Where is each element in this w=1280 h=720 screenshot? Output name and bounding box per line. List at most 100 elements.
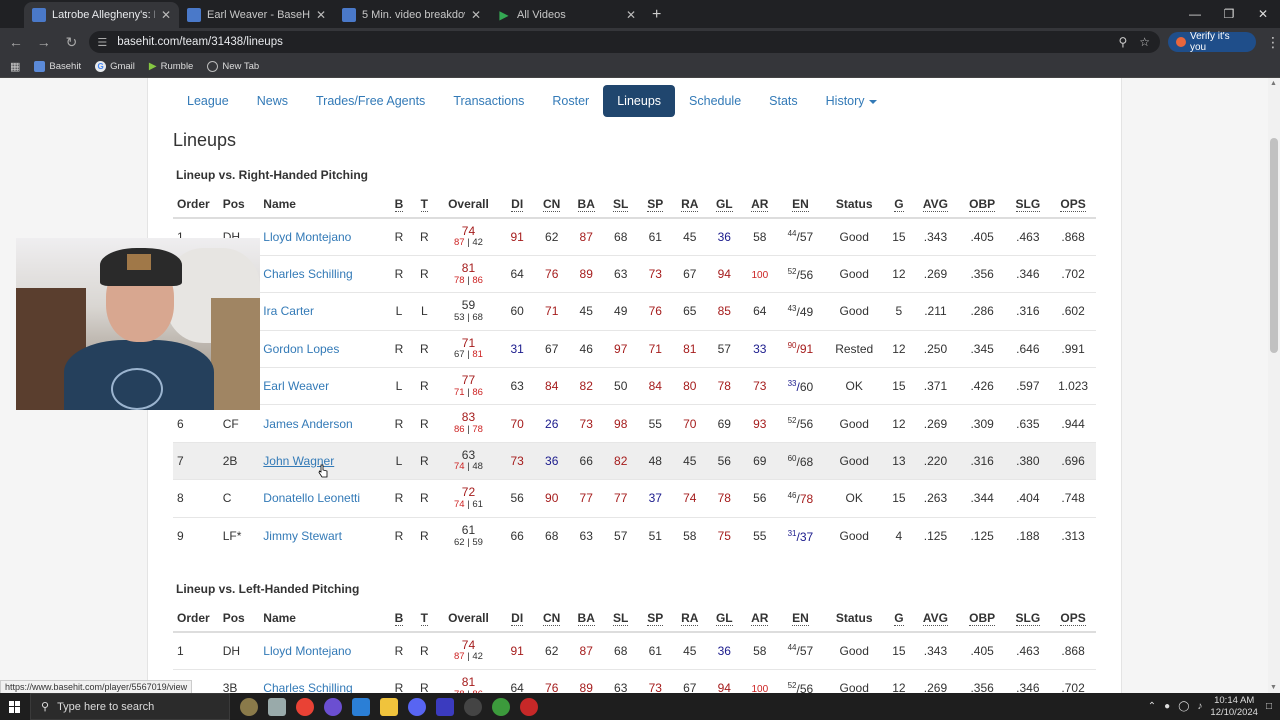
name-cell: Charles Schilling bbox=[259, 254, 387, 293]
bookmark-basehit[interactable]: Basehit bbox=[34, 61, 81, 72]
chrome-icon[interactable] bbox=[296, 697, 314, 716]
new-tab-button[interactable]: + bbox=[652, 2, 661, 28]
network-icon[interactable]: ◯ bbox=[1178, 701, 1189, 712]
nav-stats[interactable]: Stats bbox=[755, 85, 812, 117]
calculator-icon[interactable] bbox=[436, 697, 454, 716]
player-link[interactable]: Charles Schilling bbox=[263, 267, 352, 281]
slg-cell: .346 bbox=[1005, 254, 1051, 293]
microphone-icon[interactable]: ● bbox=[1164, 701, 1170, 712]
ba-cell: 77 bbox=[568, 479, 604, 518]
nav-trades-free-agents[interactable]: Trades/Free Agents bbox=[302, 85, 439, 117]
basehit-favicon bbox=[34, 61, 46, 72]
bookmark-gmail[interactable]: G Gmail bbox=[95, 61, 135, 72]
reload-icon[interactable]: ↻ bbox=[60, 34, 84, 51]
address-bar[interactable]: ☰ basehit.com/team/31438/lineups ⚲ ☆ bbox=[89, 31, 1161, 53]
cn-cell: 67 bbox=[534, 329, 569, 368]
column-header-name: Name bbox=[259, 190, 387, 219]
player-link[interactable]: Earl Weaver bbox=[263, 379, 329, 393]
browser-tab-bar: Latrobe Allegheny's: Lineups - B✕Earl We… bbox=[0, 0, 1280, 28]
bookmark-rumble[interactable]: ▶ Rumble bbox=[149, 61, 193, 72]
close-tab-icon[interactable]: ✕ bbox=[626, 8, 636, 22]
throws-cell: R bbox=[411, 367, 437, 405]
pos-cell: CF bbox=[218, 404, 260, 443]
minimize-icon[interactable]: — bbox=[1178, 0, 1212, 28]
order-value: 7 bbox=[177, 454, 184, 469]
browser-tab-4[interactable]: ▶ All Videos ✕ bbox=[489, 2, 644, 28]
nav-roster[interactable]: Roster bbox=[538, 85, 603, 117]
table-row: 9 LF* Jimmy Stewart R R 61 62 | 59 66 68 63 57 51 58… bbox=[173, 516, 1096, 555]
tray-chevron-icon[interactable]: ⌃ bbox=[1148, 701, 1156, 712]
app-icon-2[interactable] bbox=[268, 697, 286, 716]
volume-icon[interactable]: ♪ bbox=[1197, 701, 1202, 712]
ops-value: .868 bbox=[1061, 229, 1085, 244]
taskbar-search[interactable]: ⚲ Type here to search bbox=[30, 693, 230, 720]
throws-cell: L bbox=[411, 292, 437, 331]
g-value: 12 bbox=[892, 341, 906, 356]
restore-icon[interactable]: ❐ bbox=[1212, 0, 1246, 28]
en-max: 78 bbox=[799, 491, 814, 506]
nav-transactions[interactable]: Transactions bbox=[439, 85, 538, 117]
zoom-icon[interactable]: ⚲ bbox=[1118, 35, 1127, 49]
notifications-icon[interactable]: □ bbox=[1266, 701, 1272, 712]
name-cell: Lloyd Montejano bbox=[259, 631, 387, 670]
ops-value: .313 bbox=[1061, 529, 1085, 544]
browser-menu-icon[interactable]: ⋮ bbox=[1266, 34, 1280, 51]
browser-tab-1[interactable]: Latrobe Allegheny's: Lineups - B ✕ bbox=[24, 2, 179, 28]
nav-lineups[interactable]: Lineups bbox=[603, 85, 676, 117]
sl-cell: 63 bbox=[603, 668, 638, 693]
overall-cell: 63 74 | 48 bbox=[436, 441, 500, 480]
app-icon-9[interactable] bbox=[464, 697, 482, 716]
g-cell: 12 bbox=[885, 254, 913, 293]
browser-tab-3[interactable]: 5 Min. video breakdown of Spr ✕ bbox=[334, 2, 489, 28]
column-header-b: B bbox=[386, 604, 412, 633]
back-icon[interactable]: ← bbox=[4, 34, 28, 50]
player-link[interactable]: Gordon Lopes bbox=[263, 342, 339, 356]
status-value: Good bbox=[839, 529, 869, 544]
close-tab-icon[interactable]: ✕ bbox=[316, 8, 326, 22]
player-link[interactable]: Jimmy Stewart bbox=[263, 529, 342, 543]
bookmark-star-icon[interactable]: ☆ bbox=[1139, 35, 1150, 49]
copilot-icon[interactable] bbox=[324, 697, 342, 716]
player-link[interactable]: Lloyd Montejano bbox=[263, 230, 351, 244]
app-icon-10[interactable] bbox=[492, 697, 510, 716]
column-header-pos: Pos bbox=[218, 604, 260, 633]
site-info-icon[interactable]: ☰ bbox=[97, 36, 107, 49]
status-cell: Good bbox=[822, 292, 886, 331]
nav-news[interactable]: News bbox=[243, 85, 302, 117]
forward-icon[interactable]: → bbox=[32, 34, 56, 50]
player-link[interactable]: Lloyd Montejano bbox=[263, 644, 351, 658]
scroll-up-icon[interactable]: ▲ bbox=[1270, 80, 1277, 87]
di-cell: 70 bbox=[499, 404, 535, 443]
slg-cell: .463 bbox=[1005, 631, 1051, 670]
discord-icon[interactable] bbox=[408, 697, 426, 716]
browser-tab-2[interactable]: Earl Weaver - BaseHit, a free sir ✕ bbox=[179, 2, 334, 28]
verify-button[interactable]: Verify it's you bbox=[1168, 31, 1257, 53]
bookmark-new-tab[interactable]: New Tab bbox=[207, 61, 259, 72]
taskbar-clock[interactable]: 10:14 AM 12/10/2024 bbox=[1210, 695, 1258, 718]
en-current: 31 bbox=[787, 528, 797, 538]
scroll-down-icon[interactable]: ▼ bbox=[1270, 684, 1277, 691]
sl-value: 49 bbox=[614, 304, 628, 319]
nav-label: Schedule bbox=[689, 94, 742, 108]
file-explorer-icon[interactable] bbox=[380, 697, 398, 716]
sp-value: 73 bbox=[648, 267, 662, 282]
scrollbar-thumb[interactable] bbox=[1270, 138, 1278, 353]
nav-schedule[interactable]: Schedule bbox=[675, 85, 755, 117]
overall-cell: 8178 | 86 bbox=[436, 668, 500, 693]
nav-history[interactable]: History bbox=[812, 85, 891, 117]
player-link[interactable]: Ira Carter bbox=[263, 304, 314, 318]
close-tab-icon[interactable]: ✕ bbox=[471, 8, 481, 22]
page-scrollbar[interactable]: ▲ ▼ bbox=[1268, 78, 1280, 693]
start-button[interactable] bbox=[0, 700, 30, 713]
apps-grid-icon[interactable]: ▦ bbox=[10, 60, 20, 73]
app-icon-1[interactable] bbox=[240, 697, 258, 716]
nav-league[interactable]: League bbox=[173, 85, 243, 117]
player-link[interactable]: Donatello Leonetti bbox=[263, 491, 360, 505]
ba-cell: 82 bbox=[568, 367, 604, 405]
store-icon[interactable] bbox=[352, 697, 370, 716]
close-window-icon[interactable]: ✕ bbox=[1246, 0, 1280, 28]
close-tab-icon[interactable]: ✕ bbox=[161, 8, 171, 22]
app-icon-11[interactable] bbox=[520, 697, 538, 716]
player-link[interactable]: James Anderson bbox=[263, 417, 352, 431]
player-link[interactable]: Charles Schilling bbox=[263, 681, 352, 693]
